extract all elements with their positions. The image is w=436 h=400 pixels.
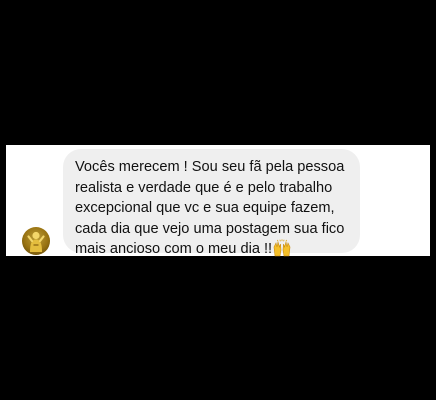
golden-figure-icon	[22, 227, 50, 255]
message-line: excepcional que vc e sua equipe fazem,	[75, 200, 335, 216]
message-line: Vocês merecem ! Sou seu fã pela pessoa	[75, 159, 345, 175]
message-line: realista e verdade que é e pelo trabalho	[75, 179, 333, 196]
message-text: Vocês merecem ! Sou seu fã pela pessoa r…	[75, 157, 352, 260]
message-line-text: mais ancioso com o meu dia !!	[75, 241, 273, 257]
message-line-last: mais ancioso com o meu dia !!	[75, 239, 352, 260]
message-line: cada dia que vejo uma postagem sua fico	[75, 220, 345, 237]
raising-hands-icon	[272, 239, 292, 257]
chat-panel: Vocês merecem ! Sou seu fã pela pessoa r…	[6, 145, 430, 257]
screen: { "message": { "lines": [ "Vocês merecem…	[0, 0, 436, 400]
sender-avatar[interactable]	[22, 227, 50, 255]
message-bubble[interactable]: Vocês merecem ! Sou seu fã pela pessoa r…	[63, 149, 360, 257]
